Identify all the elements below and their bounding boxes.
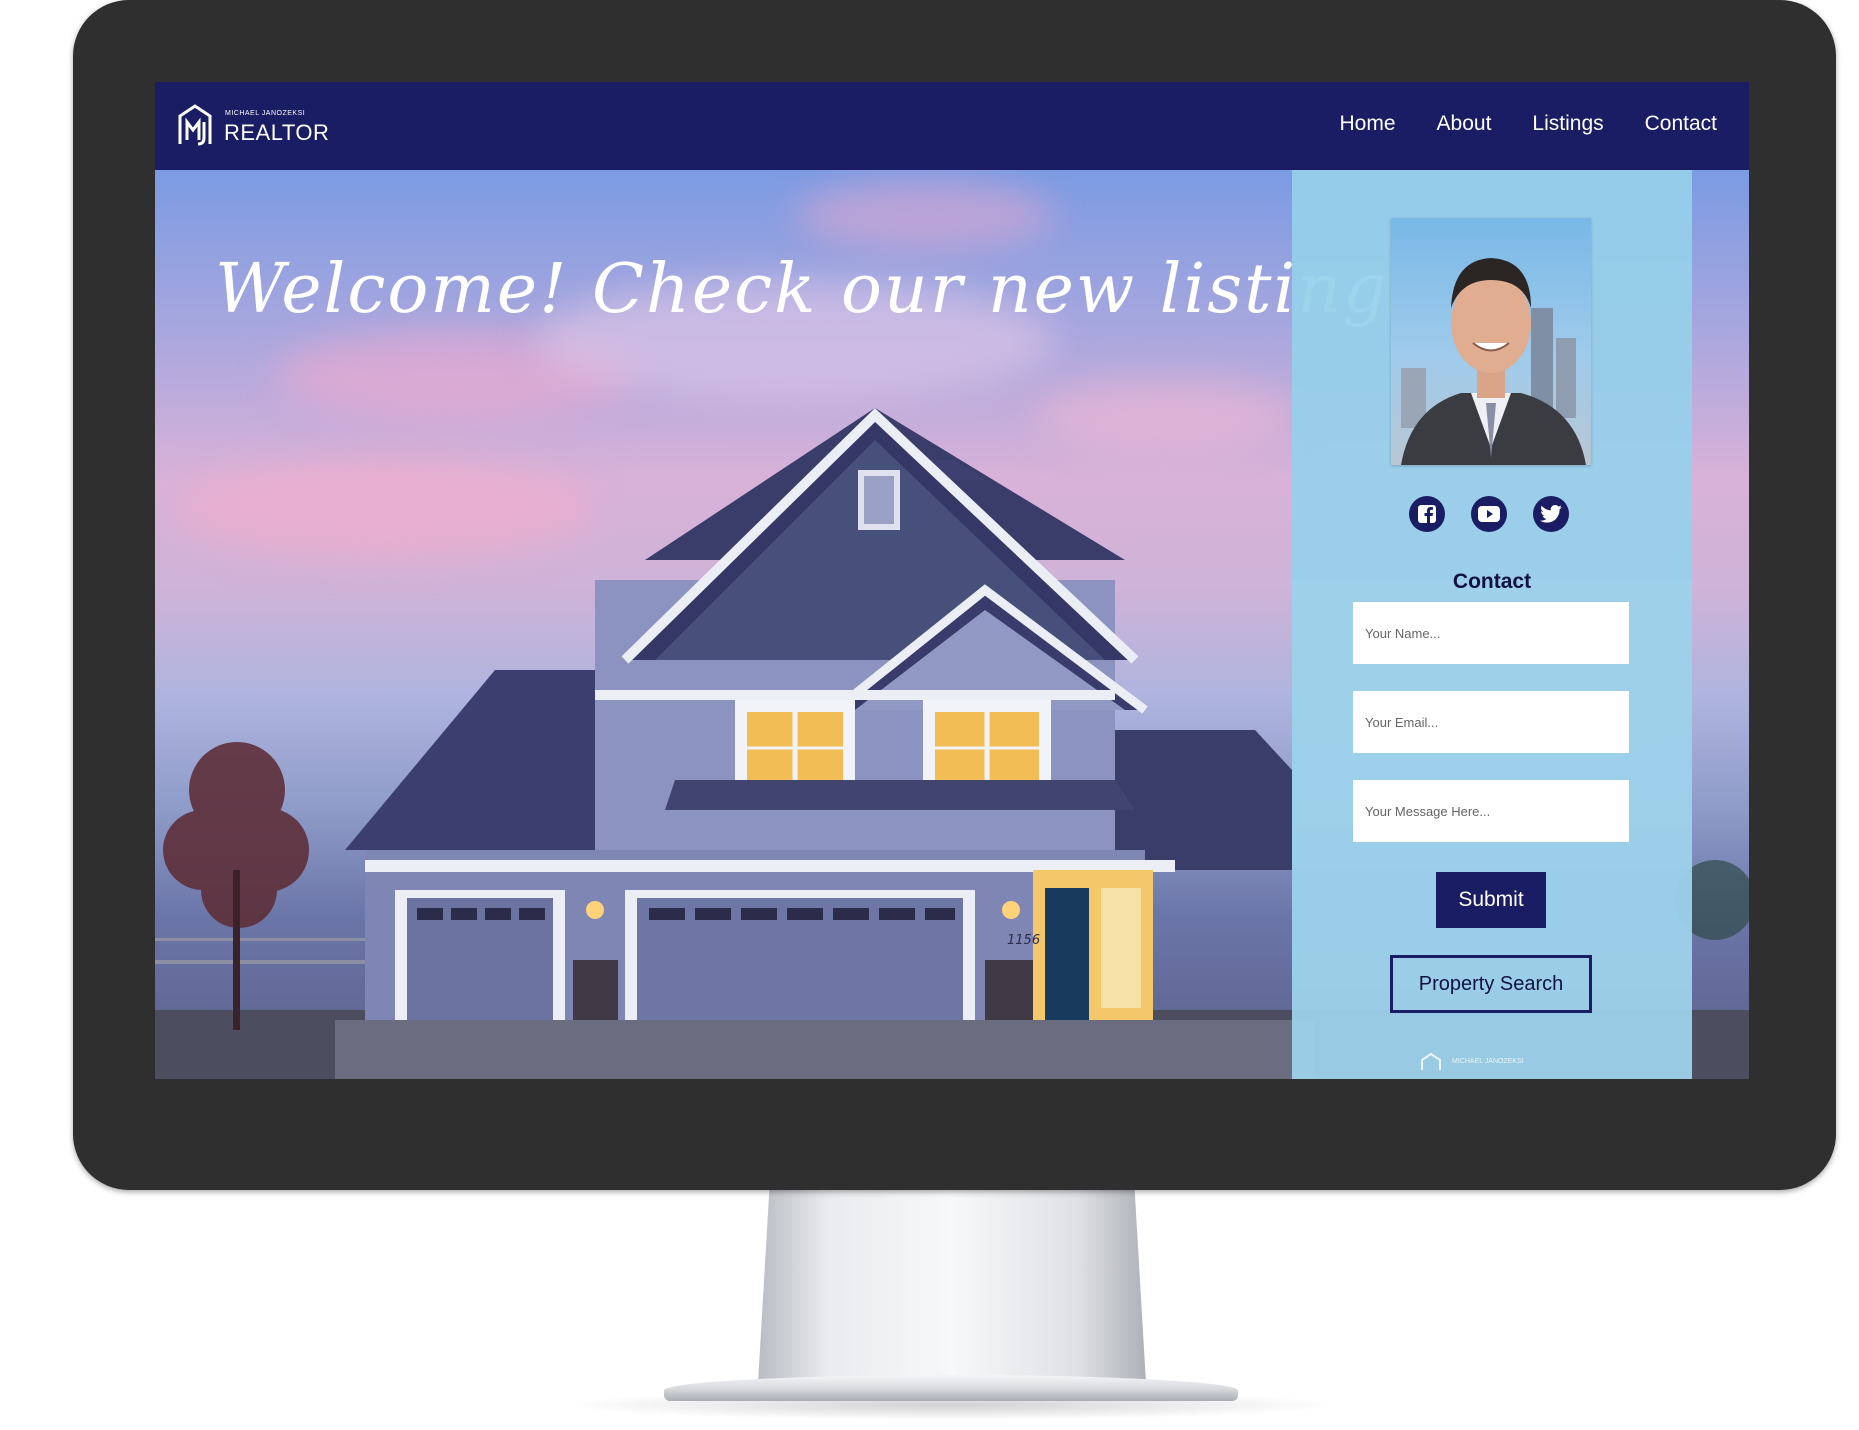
- submit-button[interactable]: Submit: [1436, 872, 1546, 928]
- agent-portrait-image: [1401, 258, 1586, 465]
- youtube-icon: [1478, 506, 1500, 522]
- brand-name: REALTOR: [224, 120, 330, 145]
- nav-about-link[interactable]: About: [1437, 112, 1492, 136]
- facebook-icon: [1418, 505, 1436, 524]
- panel-footer-logo: MICHAEL JANOZEKSI: [1420, 1052, 1570, 1072]
- monitor-stand: [758, 1185, 1146, 1383]
- property-search-button[interactable]: Property Search: [1390, 955, 1592, 1013]
- nav-contact-link[interactable]: Contact: [1645, 112, 1717, 136]
- twitter-icon: [1540, 505, 1562, 523]
- youtube-button[interactable]: [1471, 496, 1507, 532]
- agent-photo: [1391, 218, 1591, 465]
- top-navbar: MICHAEL JANOZEKSI REALTOR Home About Lis…: [155, 82, 1749, 170]
- twitter-button[interactable]: [1533, 496, 1569, 532]
- social-links: [1409, 496, 1569, 532]
- monitor-base: [664, 1375, 1238, 1401]
- main-nav: Home About Listings Contact: [1340, 112, 1718, 136]
- house-logo-icon: [1421, 1052, 1441, 1070]
- contact-sidebar: Contact Submit Property Search MICHAEL J…: [1292, 170, 1692, 1079]
- contact-heading: Contact: [1452, 570, 1532, 593]
- name-input[interactable]: [1353, 602, 1629, 664]
- hero-headline: Welcome! Check our new listings: [215, 250, 1426, 329]
- footer-brand-small: MICHAEL JANOZEKSI: [1452, 1058, 1524, 1065]
- nav-home-link[interactable]: Home: [1340, 112, 1396, 136]
- house-logo-icon: [178, 104, 212, 146]
- facebook-button[interactable]: [1409, 496, 1445, 532]
- nav-listings-link[interactable]: Listings: [1532, 112, 1603, 136]
- brand-logo[interactable]: MICHAEL JANOZEKSI REALTOR: [177, 104, 337, 152]
- house-number: 1156: [1007, 933, 1040, 948]
- brand-name-small: MICHAEL JANOZEKSI: [225, 110, 306, 117]
- message-input[interactable]: [1353, 780, 1629, 842]
- website-screen: 1156 Welcome! Check our new listings MIC…: [155, 82, 1749, 1079]
- email-input[interactable]: [1353, 691, 1629, 753]
